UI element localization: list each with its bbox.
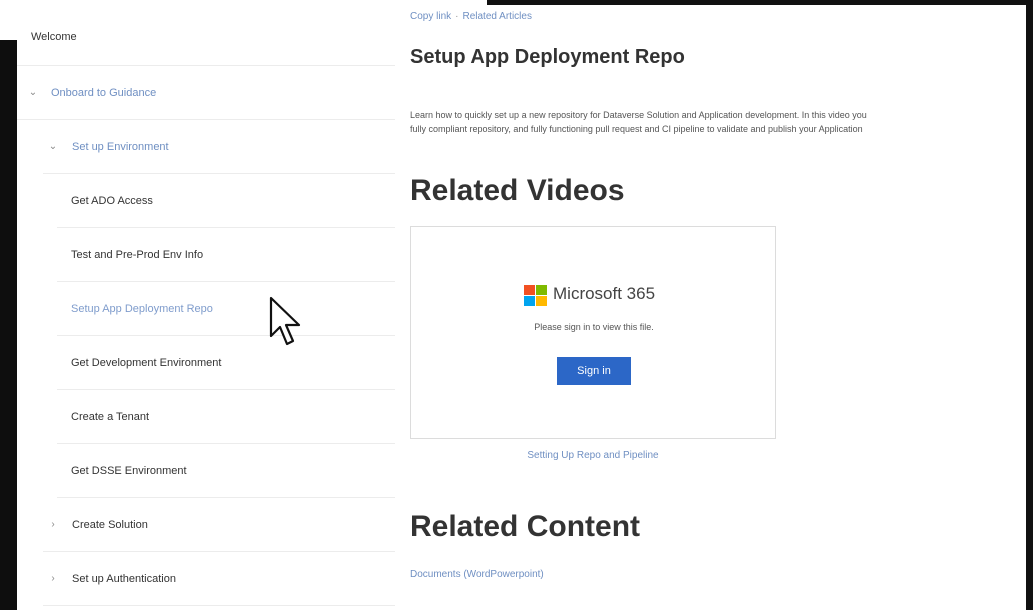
sidebar-item-test-and-pre-prod-env-info[interactable]: Test and Pre-Prod Env Info — [57, 228, 395, 282]
main-content: Copy link · Related Articles Setup App Dep… — [410, 8, 1026, 610]
video-caption-link[interactable]: Setting Up Repo and Pipeline — [410, 450, 776, 461]
microsoft-logo-icon — [524, 285, 547, 306]
page-title: Setup App Deployment Repo — [410, 46, 685, 68]
sidebar-item-setup-app-deployment-repo[interactable]: Setup App Deployment Repo — [57, 282, 395, 336]
chevron-down-icon[interactable]: ⌄ — [47, 141, 59, 152]
breadcrumb-separator: · — [455, 11, 459, 22]
screen: Welcome ⌄ Onboard to Guidance ⌄ Set up Envi… — [0, 0, 1033, 610]
sidebar-item-label: Get Development Environment — [71, 356, 222, 369]
sidebar-item-label: Welcome — [31, 31, 77, 43]
signin-prompt: Please sign in to view this file. — [534, 322, 654, 332]
breadcrumb: Copy link · Related Articles — [410, 11, 532, 22]
sidebar-item-create-a-tenant[interactable]: Create a Tenant — [57, 390, 395, 444]
sidebar-item-get-dsse-environment[interactable]: Get DSSE Environment — [57, 444, 395, 498]
page-description: Learn how to quickly set up a new reposi… — [410, 108, 1026, 136]
sidebar-item-set-up-authentication[interactable]: › Set up Authentication — [43, 552, 395, 606]
sign-in-button[interactable]: Sign in — [557, 357, 631, 385]
screen-border-top — [487, 0, 1033, 5]
sidebar-item-onboard-to-guidance[interactable]: ⌄ Onboard to Guidance — [17, 66, 395, 120]
video-embed: Microsoft 365 Please sign in to view thi… — [410, 226, 776, 439]
sidebar-item-set-up-environment[interactable]: ⌄ Set up Environment — [43, 120, 395, 174]
chevron-right-icon[interactable]: › — [47, 573, 59, 584]
sidebar-item-create-solution[interactable]: › Create Solution — [43, 498, 395, 552]
chevron-right-icon[interactable]: › — [47, 519, 59, 530]
description-line: Learn how to quickly set up a new reposi… — [410, 110, 867, 120]
related-content-link[interactable]: Documents (WordPowerpoint) — [410, 569, 544, 580]
chevron-down-icon[interactable]: ⌄ — [27, 87, 39, 98]
sidebar-tree: ⌄ Onboard to Guidance ⌄ Set up Environment G… — [17, 66, 395, 606]
screen-border-left — [0, 40, 17, 610]
sidebar-item-get-development-environment[interactable]: Get Development Environment — [57, 336, 395, 390]
sidebar-item-label: Set up Authentication — [72, 572, 176, 585]
related-content-heading: Related Content — [410, 510, 641, 543]
sidebar-item-label: Test and Pre-Prod Env Info — [71, 248, 204, 261]
sidebar-item-label: Onboard to Guidance — [51, 86, 157, 99]
brand-name: Microsoft 365 — [553, 284, 656, 303]
sidebar-item-label: Set up Environment — [72, 140, 169, 153]
sidebar-item-label: Setup App Deployment Repo — [71, 302, 213, 315]
description-line: fully compliant repository, and fully fu… — [410, 124, 863, 134]
screen-border-right — [1026, 0, 1033, 610]
breadcrumb-link-related[interactable]: Related Articles — [462, 11, 531, 22]
sidebar-nav: Welcome ⌄ Onboard to Guidance ⌄ Set up Envi… — [17, 8, 395, 610]
breadcrumb-link-copy[interactable]: Copy link — [410, 11, 451, 22]
sidebar-item-label: Get DSSE Environment — [71, 464, 187, 477]
mouse-pointer-icon — [269, 296, 301, 346]
sidebar-item-get-ado-access[interactable]: Get ADO Access — [57, 174, 395, 228]
sidebar-item-label: Create Solution — [72, 518, 148, 531]
related-videos-heading: Related Videos — [410, 174, 625, 207]
sidebar-item-welcome[interactable]: Welcome — [17, 8, 395, 66]
sidebar-item-label: Create a Tenant — [71, 410, 150, 423]
sidebar-item-label: Get ADO Access — [71, 194, 153, 207]
